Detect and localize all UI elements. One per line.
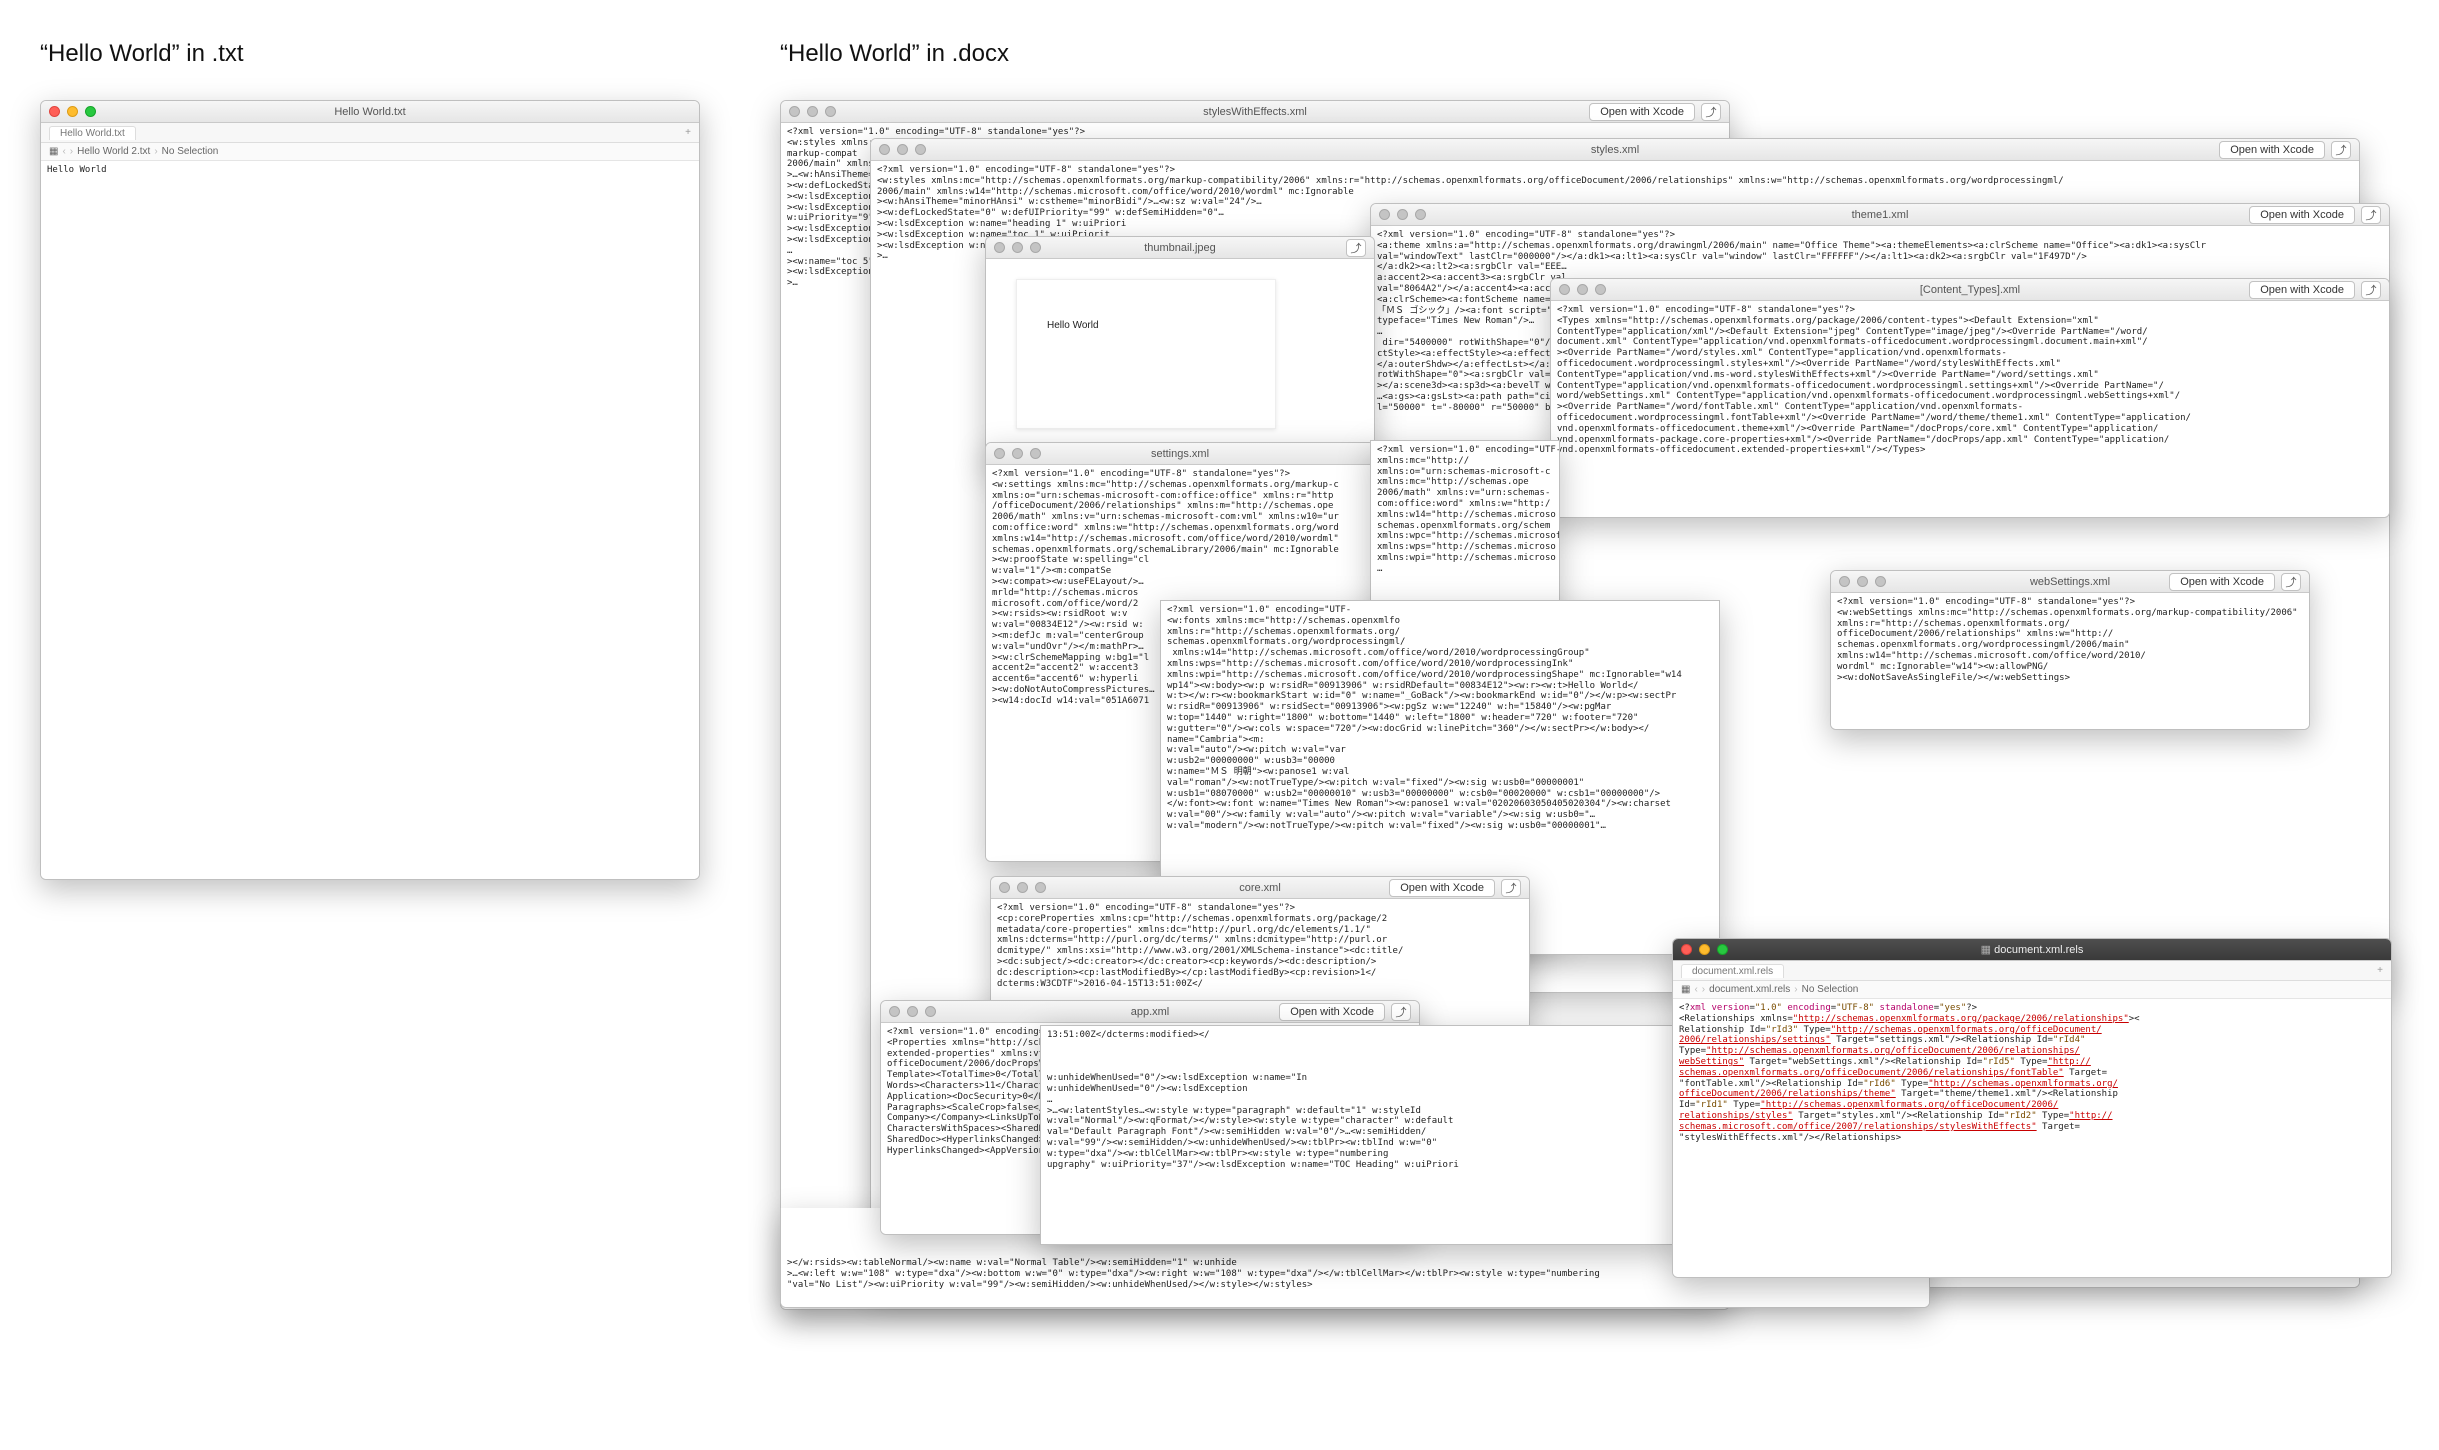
forward-icon[interactable]: › [1702,984,1705,995]
window-title: webSettings.xml [1831,576,2309,588]
window-bottom-middle: 13:51:00Z</dcterms:modified></ w:unhideW… [1040,1025,1680,1245]
crumb-file[interactable]: document.xml.rels [1709,984,1790,995]
tab[interactable]: Hello World.txt [49,126,136,140]
titlebar[interactable]: core.xml Open with Xcode⤴ [991,877,1529,899]
grid-icon[interactable]: ▦ [49,146,58,157]
titlebar[interactable]: [Content_Types].xml Open with Xcode⤴ [1551,279,2389,301]
heading-txt: “Hello World” in .txt [40,40,244,68]
titlebar[interactable]: ▦ document.xml.rels [1673,939,2391,961]
thumbnail-page: Hello World [1016,279,1276,429]
titlebar[interactable]: webSettings.xml Open with Xcode⤴ [1831,571,2309,593]
back-icon[interactable]: ‹ [1694,984,1697,995]
editor-body[interactable]: <?xml version="1.0" encoding="UTF-8" sta… [1831,593,2309,729]
window-title: app.xml [881,1006,1419,1018]
thumbnail-preview: Hello World [986,259,1374,465]
window-title: core.xml [991,882,1529,894]
heading-docx: “Hello World” in .docx [780,40,1009,68]
window-txt: Hello World.txt Hello World.txt + ▦ ‹ › … [40,100,700,880]
window-title: settings.xml [986,448,1374,460]
editor-body[interactable]: <?xml version="1.0" encoding="UTF-8" sta… [1673,999,2391,1277]
window-title: thumbnail.jpeg [986,242,1374,254]
titlebar[interactable]: thumbnail.jpeg ⤴ [986,237,1374,259]
grid-icon[interactable]: ▦ [1681,984,1690,995]
new-tab-icon[interactable]: + [2377,965,2383,976]
tabbar: document.xml.rels + [1673,961,2391,981]
window-title: styles.xml [871,144,2359,156]
window-thumbnail: thumbnail.jpeg ⤴ Hello World [985,236,1375,466]
window-title: Hello World.txt [41,106,699,118]
crumb-selection: No Selection [162,146,219,157]
back-icon[interactable]: ‹ [62,146,65,157]
window-title: theme1.xml [1371,209,2389,221]
tab[interactable]: document.xml.rels [1681,964,1784,978]
window-title: stylesWithEffects.xml [781,106,1729,118]
titlebar[interactable]: stylesWithEffects.xml Open with Xcode⤴ [781,101,1729,123]
window-title: [Content_Types].xml [1551,284,2389,296]
editor-body[interactable]: 13:51:00Z</dcterms:modified></ w:unhideW… [1041,1026,1679,1244]
thumbnail-text: Hello World [1047,320,1099,331]
titlebar[interactable]: styles.xml Open with Xcode⤴ [871,139,2359,161]
crumb-file[interactable]: Hello World 2.txt [77,146,150,157]
titlebar[interactable]: Hello World.txt [41,101,699,123]
editor-body[interactable]: Hello World [41,161,699,879]
breadcrumb: ▦ ‹ › Hello World 2.txt › No Selection [41,143,699,161]
window-content-types: [Content_Types].xml Open with Xcode⤴ <?x… [1550,278,2390,518]
forward-icon[interactable]: › [70,146,73,157]
titlebar[interactable]: app.xml Open with Xcode⤴ [881,1001,1419,1023]
crumb-selection: No Selection [1802,984,1859,995]
tabbar: Hello World.txt + [41,123,699,143]
titlebar[interactable]: theme1.xml Open with Xcode⤴ [1371,204,2389,226]
new-tab-icon[interactable]: + [685,127,691,138]
window-document-rels: ▦ document.xml.rels document.xml.rels + … [1672,938,2392,1278]
editor-body[interactable]: <?xml version="1.0" encoding="UTF-8" sta… [1551,301,2389,517]
window-title: ▦ document.xml.rels [1673,943,2391,956]
breadcrumb: ▦ ‹ › document.xml.rels › No Selection [1673,981,2391,999]
titlebar[interactable]: settings.xml [986,443,1374,465]
window-websettings: webSettings.xml Open with Xcode⤴ <?xml v… [1830,570,2310,730]
